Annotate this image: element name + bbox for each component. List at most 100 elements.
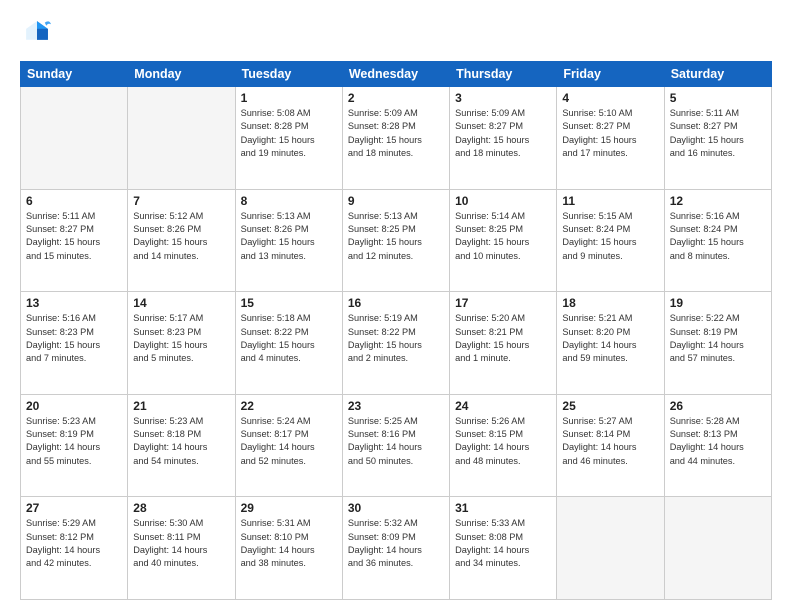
day-info: Sunrise: 5:17 AM Sunset: 8:23 PM Dayligh…: [133, 312, 229, 365]
day-info: Sunrise: 5:30 AM Sunset: 8:11 PM Dayligh…: [133, 517, 229, 570]
day-info: Sunrise: 5:13 AM Sunset: 8:25 PM Dayligh…: [348, 210, 444, 263]
day-number: 12: [670, 194, 766, 208]
day-info: Sunrise: 5:28 AM Sunset: 8:13 PM Dayligh…: [670, 415, 766, 468]
day-number: 27: [26, 501, 122, 515]
calendar-cell: 6 Sunrise: 5:11 AM Sunset: 8:27 PM Daylig…: [21, 189, 128, 292]
calendar-cell: 8 Sunrise: 5:13 AM Sunset: 8:26 PM Daylig…: [235, 189, 342, 292]
calendar-table: SundayMondayTuesdayWednesdayThursdayFrid…: [20, 61, 772, 600]
day-number: 11: [562, 194, 658, 208]
day-info: Sunrise: 5:11 AM Sunset: 8:27 PM Dayligh…: [670, 107, 766, 160]
day-info: Sunrise: 5:27 AM Sunset: 8:14 PM Dayligh…: [562, 415, 658, 468]
day-info: Sunrise: 5:11 AM Sunset: 8:27 PM Dayligh…: [26, 210, 122, 263]
weekday-header-thursday: Thursday: [450, 62, 557, 87]
day-info: Sunrise: 5:18 AM Sunset: 8:22 PM Dayligh…: [241, 312, 337, 365]
calendar-cell: 5 Sunrise: 5:11 AM Sunset: 8:27 PM Daylig…: [664, 87, 771, 190]
calendar-cell: 15 Sunrise: 5:18 AM Sunset: 8:22 PM Dayli…: [235, 292, 342, 395]
day-info: Sunrise: 5:12 AM Sunset: 8:26 PM Dayligh…: [133, 210, 229, 263]
day-info: Sunrise: 5:19 AM Sunset: 8:22 PM Dayligh…: [348, 312, 444, 365]
calendar-cell: 20 Sunrise: 5:23 AM Sunset: 8:19 PM Dayli…: [21, 394, 128, 497]
day-number: 18: [562, 296, 658, 310]
calendar-cell: 28 Sunrise: 5:30 AM Sunset: 8:11 PM Dayli…: [128, 497, 235, 600]
day-number: 30: [348, 501, 444, 515]
day-number: 19: [670, 296, 766, 310]
day-info: Sunrise: 5:31 AM Sunset: 8:10 PM Dayligh…: [241, 517, 337, 570]
day-number: 21: [133, 399, 229, 413]
calendar-cell: 18 Sunrise: 5:21 AM Sunset: 8:20 PM Dayli…: [557, 292, 664, 395]
week-row-2: 6 Sunrise: 5:11 AM Sunset: 8:27 PM Daylig…: [21, 189, 772, 292]
day-info: Sunrise: 5:16 AM Sunset: 8:24 PM Dayligh…: [670, 210, 766, 263]
calendar-cell: 14Sunrise: 5:17 AM Sunset: 8:23 PM Dayli…: [128, 292, 235, 395]
calendar-cell: 16 Sunrise: 5:19 AM Sunset: 8:22 PM Dayli…: [342, 292, 449, 395]
day-number: 8: [241, 194, 337, 208]
day-number: 6: [26, 194, 122, 208]
weekday-header-monday: Monday: [128, 62, 235, 87]
day-info: Sunrise: 5:26 AM Sunset: 8:15 PM Dayligh…: [455, 415, 551, 468]
day-number: 5: [670, 91, 766, 105]
day-number: 7: [133, 194, 229, 208]
calendar-cell: 10 Sunrise: 5:14 AM Sunset: 8:25 PM Dayli…: [450, 189, 557, 292]
calendar-cell: 17 Sunrise: 5:20 AM Sunset: 8:21 PM Dayli…: [450, 292, 557, 395]
weekday-header-tuesday: Tuesday: [235, 62, 342, 87]
header: [20, 18, 772, 51]
day-info: Sunrise: 5:21 AM Sunset: 8:20 PM Dayligh…: [562, 312, 658, 365]
calendar-cell: [128, 87, 235, 190]
day-info: Sunrise: 5:09 AM Sunset: 8:28 PM Dayligh…: [348, 107, 444, 160]
day-info: Sunrise: 5:32 AM Sunset: 8:09 PM Dayligh…: [348, 517, 444, 570]
day-number: 4: [562, 91, 658, 105]
day-info: Sunrise: 5:33 AM Sunset: 8:08 PM Dayligh…: [455, 517, 551, 570]
calendar-cell: 30 Sunrise: 5:32 AM Sunset: 8:09 PM Dayli…: [342, 497, 449, 600]
weekday-header-saturday: Saturday: [664, 62, 771, 87]
day-number: 17: [455, 296, 551, 310]
day-number: 15: [241, 296, 337, 310]
day-number: 25: [562, 399, 658, 413]
day-number: 16: [348, 296, 444, 310]
calendar-cell: 7 Sunrise: 5:12 AM Sunset: 8:26 PM Daylig…: [128, 189, 235, 292]
week-row-4: 20 Sunrise: 5:23 AM Sunset: 8:19 PM Dayli…: [21, 394, 772, 497]
day-number: 10: [455, 194, 551, 208]
day-number: 2: [348, 91, 444, 105]
week-row-3: 13 Sunrise: 5:16 AM Sunset: 8:23 PM Dayli…: [21, 292, 772, 395]
day-number: 22: [241, 399, 337, 413]
day-info: Sunrise: 5:08 AM Sunset: 8:28 PM Dayligh…: [241, 107, 337, 160]
calendar-cell: 3 Sunrise: 5:09 AM Sunset: 8:27 PM Daylig…: [450, 87, 557, 190]
logo-icon: [23, 18, 51, 46]
calendar-cell: 27 Sunrise: 5:29 AM Sunset: 8:12 PM Dayli…: [21, 497, 128, 600]
day-info: Sunrise: 5:14 AM Sunset: 8:25 PM Dayligh…: [455, 210, 551, 263]
calendar-cell: 1Sunrise: 5:08 AM Sunset: 8:28 PM Daylig…: [235, 87, 342, 190]
day-info: Sunrise: 5:16 AM Sunset: 8:23 PM Dayligh…: [26, 312, 122, 365]
calendar-cell: 9Sunrise: 5:13 AM Sunset: 8:25 PM Daylig…: [342, 189, 449, 292]
day-number: 29: [241, 501, 337, 515]
day-number: 3: [455, 91, 551, 105]
day-info: Sunrise: 5:29 AM Sunset: 8:12 PM Dayligh…: [26, 517, 122, 570]
day-info: Sunrise: 5:13 AM Sunset: 8:26 PM Dayligh…: [241, 210, 337, 263]
day-number: 28: [133, 501, 229, 515]
calendar-cell: 19 Sunrise: 5:22 AM Sunset: 8:19 PM Dayli…: [664, 292, 771, 395]
weekday-header-wednesday: Wednesday: [342, 62, 449, 87]
day-info: Sunrise: 5:15 AM Sunset: 8:24 PM Dayligh…: [562, 210, 658, 263]
week-row-1: 1Sunrise: 5:08 AM Sunset: 8:28 PM Daylig…: [21, 87, 772, 190]
day-number: 24: [455, 399, 551, 413]
day-number: 13: [26, 296, 122, 310]
calendar-cell: 22 Sunrise: 5:24 AM Sunset: 8:17 PM Dayli…: [235, 394, 342, 497]
calendar-cell: [664, 497, 771, 600]
weekday-header-sunday: Sunday: [21, 62, 128, 87]
day-info: Sunrise: 5:09 AM Sunset: 8:27 PM Dayligh…: [455, 107, 551, 160]
calendar-cell: 31Sunrise: 5:33 AM Sunset: 8:08 PM Dayli…: [450, 497, 557, 600]
calendar-cell: 12 Sunrise: 5:16 AM Sunset: 8:24 PM Dayli…: [664, 189, 771, 292]
calendar-cell: 11 Sunrise: 5:15 AM Sunset: 8:24 PM Dayli…: [557, 189, 664, 292]
day-info: Sunrise: 5:10 AM Sunset: 8:27 PM Dayligh…: [562, 107, 658, 160]
calendar-cell: 13 Sunrise: 5:16 AM Sunset: 8:23 PM Dayli…: [21, 292, 128, 395]
week-row-5: 27 Sunrise: 5:29 AM Sunset: 8:12 PM Dayli…: [21, 497, 772, 600]
calendar-cell: 29 Sunrise: 5:31 AM Sunset: 8:10 PM Dayli…: [235, 497, 342, 600]
day-info: Sunrise: 5:22 AM Sunset: 8:19 PM Dayligh…: [670, 312, 766, 365]
day-info: Sunrise: 5:24 AM Sunset: 8:17 PM Dayligh…: [241, 415, 337, 468]
day-info: Sunrise: 5:20 AM Sunset: 8:21 PM Dayligh…: [455, 312, 551, 365]
calendar-cell: [557, 497, 664, 600]
calendar-cell: 24 Sunrise: 5:26 AM Sunset: 8:15 PM Dayli…: [450, 394, 557, 497]
day-number: 23: [348, 399, 444, 413]
day-info: Sunrise: 5:23 AM Sunset: 8:19 PM Dayligh…: [26, 415, 122, 468]
day-number: 20: [26, 399, 122, 413]
day-info: Sunrise: 5:23 AM Sunset: 8:18 PM Dayligh…: [133, 415, 229, 468]
weekday-header-row: SundayMondayTuesdayWednesdayThursdayFrid…: [21, 62, 772, 87]
page: SundayMondayTuesdayWednesdayThursdayFrid…: [0, 0, 792, 612]
